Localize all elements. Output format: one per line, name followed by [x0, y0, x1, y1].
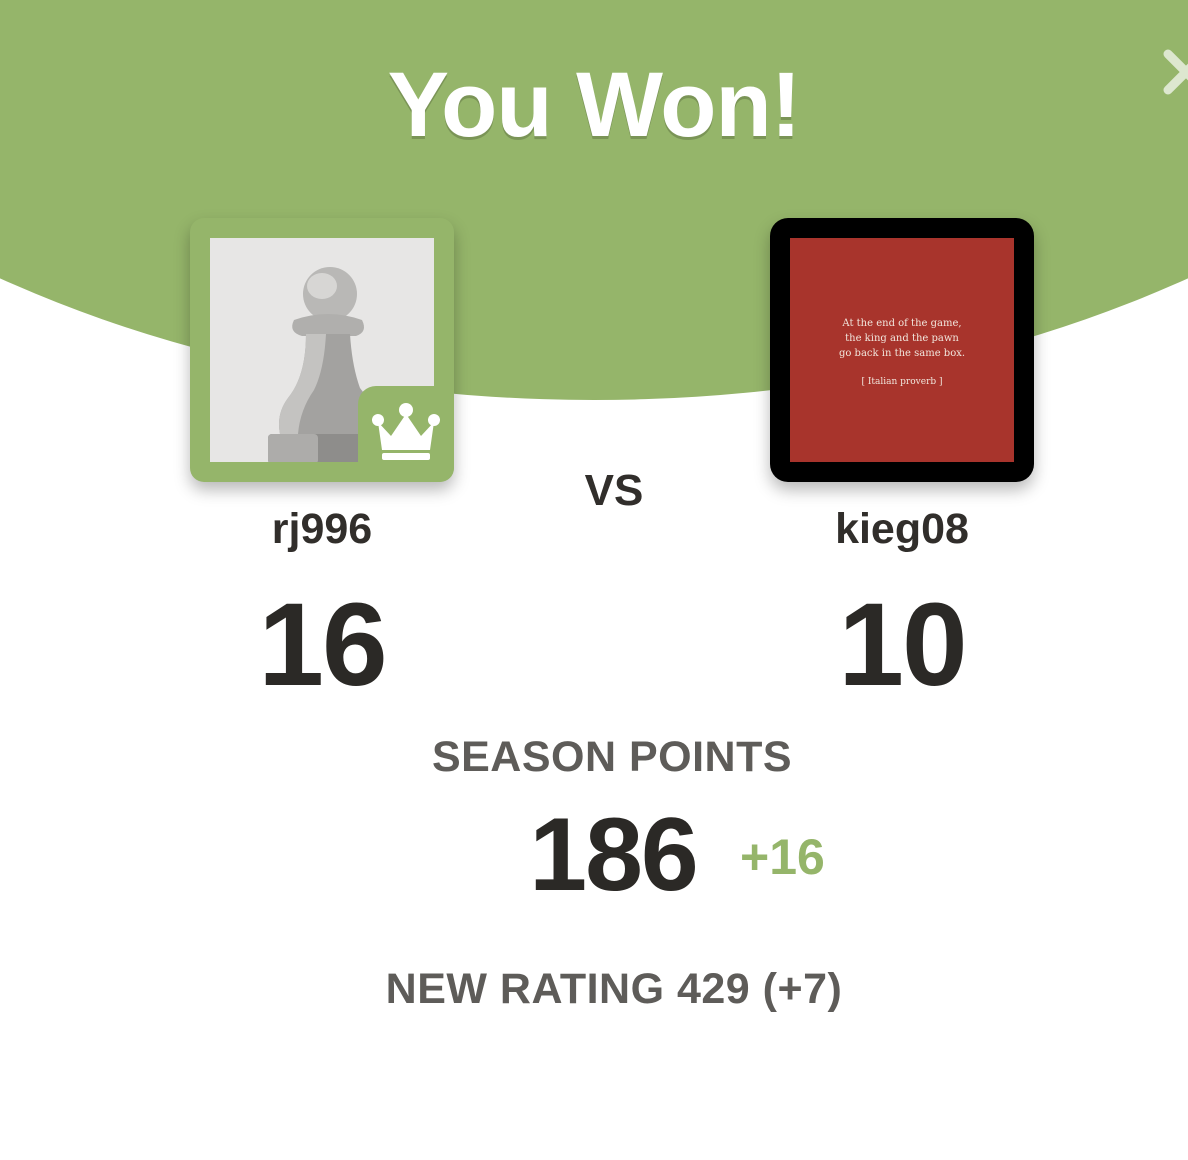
new-rating: NEW RATING 429 (+7) [385, 965, 843, 1013]
premium-badge [358, 386, 454, 482]
close-icon [1163, 49, 1188, 95]
game-result-dialog: You Won! At the end of the game, the kin… [0, 0, 1188, 1160]
vs-label: VS [584, 466, 644, 515]
season-points-value: 186 [529, 797, 699, 913]
opponent-score: 10 [838, 579, 967, 711]
avatar-quote-line: go back in the same box. [838, 348, 966, 359]
season-points-delta: +16 [740, 829, 825, 885]
opponent-avatar-image: At the end of the game, the king and the… [790, 238, 1014, 462]
result-title: You Won! [387, 54, 802, 156]
opponent-username[interactable]: kieg08 [702, 505, 1102, 554]
player-username[interactable]: rj996 [122, 505, 522, 554]
crown-icon [372, 403, 440, 460]
avatar-quote-source: [ Italian proverb ] [861, 377, 943, 387]
season-points-label: SEASON POINTS [431, 733, 793, 781]
player-avatar [190, 218, 454, 482]
player-score: 16 [258, 579, 387, 711]
opponent-avatar: At the end of the game, the king and the… [770, 218, 1034, 482]
close-button[interactable] [1156, 42, 1188, 102]
avatar-quote-line: the king and the pawn [845, 333, 959, 344]
avatar-quote-line: At the end of the game, [842, 318, 962, 329]
